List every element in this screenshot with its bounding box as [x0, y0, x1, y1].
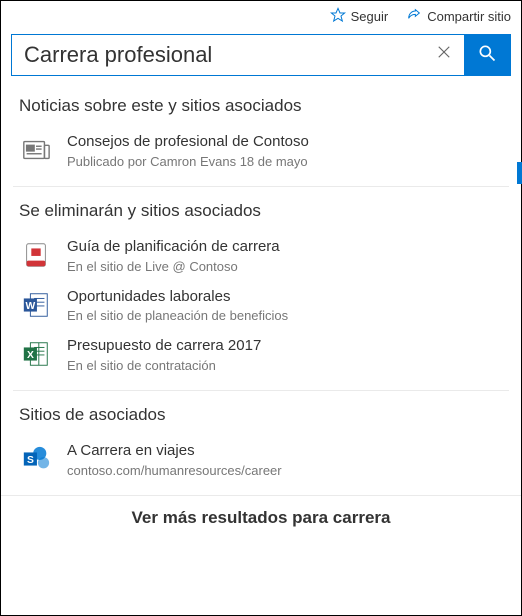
- result-subtitle: contoso.com/humanresources/career: [67, 463, 503, 478]
- follow-button[interactable]: Seguir: [330, 7, 389, 26]
- section-title: Sitios de asociados: [19, 405, 503, 425]
- result-subtitle: En el sitio de Live @ Contoso: [67, 259, 503, 274]
- scroll-marker: [517, 162, 522, 184]
- section-sites: Sitios de asociados S A Carrera en viaje…: [13, 390, 509, 495]
- search-bar: [11, 34, 511, 76]
- result-subtitle: En el sitio de planeación de beneficios: [67, 308, 503, 323]
- result-title: Consejos de profesional de Contoso: [67, 133, 503, 152]
- section-news: Noticias sobre este y sitios asociados C…: [13, 82, 509, 186]
- more-results-button[interactable]: Ver más resultados para carrera: [1, 495, 521, 544]
- result-title: Presupuesto de carrera 2017: [67, 337, 503, 356]
- section-title: Se eliminarán y sitios asociados: [19, 201, 503, 221]
- search-submit-button[interactable]: [464, 35, 510, 75]
- share-label: Compartir sitio: [427, 9, 511, 24]
- search-input[interactable]: [12, 35, 424, 75]
- clear-search-button[interactable]: [424, 35, 464, 75]
- svg-text:S: S: [27, 455, 34, 466]
- result-subtitle: Publicado por Camron Evans 18 de mayo: [67, 154, 503, 169]
- result-item[interactable]: Consejos de profesional de Contoso Publi…: [19, 126, 503, 176]
- svg-text:W: W: [26, 300, 36, 311]
- word-icon: W: [19, 288, 53, 324]
- section-files: Se eliminarán y sitios asociados Guía de…: [13, 186, 509, 390]
- share-icon: [406, 7, 422, 26]
- result-title: Oportunidades laborales: [67, 288, 503, 307]
- result-title: A Carrera en viajes: [67, 442, 503, 461]
- result-item[interactable]: W Oportunidades laborales En el sitio de…: [19, 281, 503, 331]
- result-item[interactable]: X Presupuesto de carrera 2017 En el siti…: [19, 330, 503, 380]
- close-icon: [435, 43, 453, 67]
- result-title: Guía de planificación de carrera: [67, 238, 503, 257]
- star-icon: [330, 7, 346, 26]
- result-item[interactable]: Guía de planificación de carrera En el s…: [19, 231, 503, 281]
- follow-label: Seguir: [351, 9, 389, 24]
- excel-icon: X: [19, 337, 53, 373]
- sharepoint-icon: S: [19, 442, 53, 478]
- search-icon: [477, 43, 497, 68]
- result-subtitle: En el sitio de contratación: [67, 358, 503, 373]
- result-item[interactable]: S A Carrera en viajes contoso.com/humanr…: [19, 435, 503, 485]
- svg-text:X: X: [27, 350, 34, 361]
- file-generic-icon: [19, 238, 53, 274]
- news-icon: [19, 133, 53, 169]
- section-title: Noticias sobre este y sitios asociados: [19, 96, 503, 116]
- share-site-button[interactable]: Compartir sitio: [406, 7, 511, 26]
